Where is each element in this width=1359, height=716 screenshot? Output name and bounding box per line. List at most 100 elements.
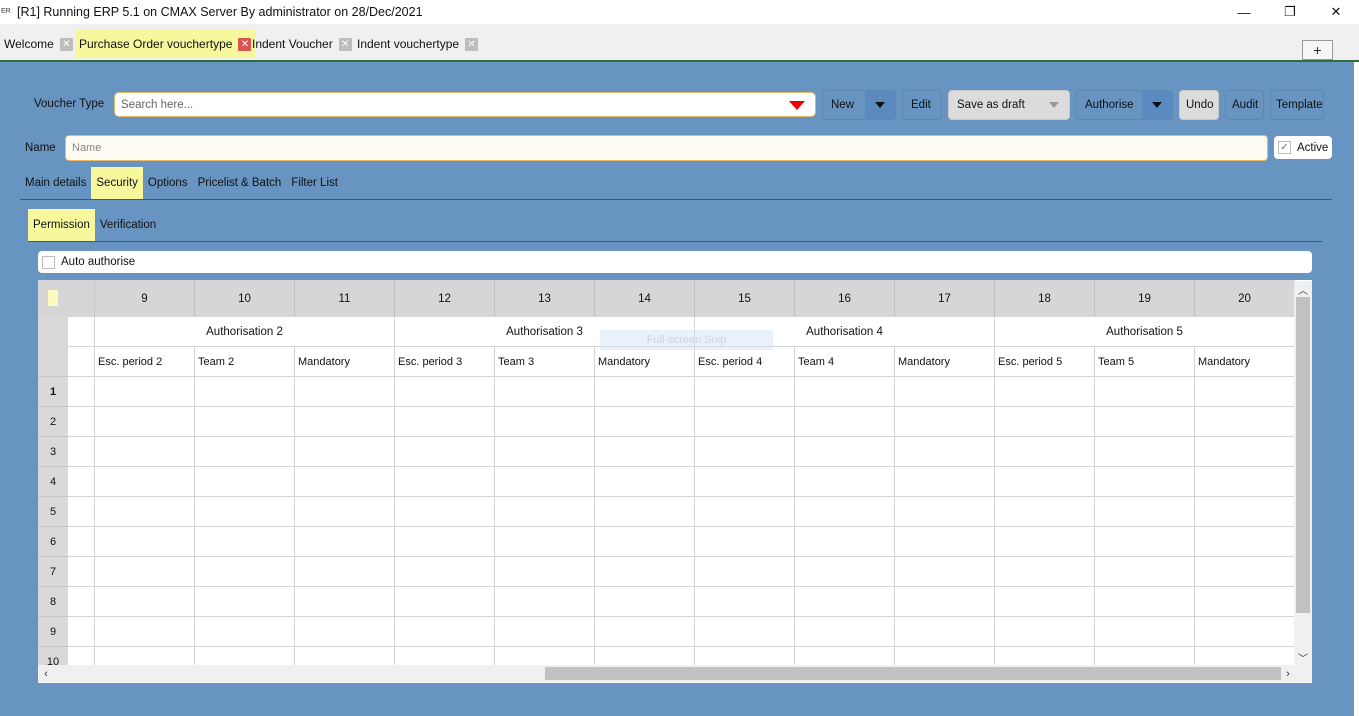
- grid-cell[interactable]: [995, 377, 1095, 407]
- grid-cell[interactable]: [295, 587, 395, 617]
- tab-main-details[interactable]: Main details: [20, 167, 91, 199]
- grid-cell[interactable]: [1195, 407, 1295, 437]
- row-indicator-cell[interactable]: [68, 467, 95, 497]
- tab-welcome[interactable]: Welcome ✕: [0, 30, 77, 58]
- chevron-right-icon[interactable]: ›: [1280, 665, 1296, 682]
- grid-cell[interactable]: [595, 617, 695, 647]
- tab-verification[interactable]: Verification: [95, 209, 161, 241]
- tab-filter-list[interactable]: Filter List: [286, 167, 343, 199]
- grid-cell[interactable]: [795, 497, 895, 527]
- column-header[interactable]: 11: [295, 280, 395, 317]
- grid-cell[interactable]: [395, 407, 495, 437]
- scroll-thumb[interactable]: [545, 667, 1281, 680]
- grid-cell[interactable]: [95, 557, 195, 587]
- column-header[interactable]: 14: [595, 280, 695, 317]
- grid-cell[interactable]: [395, 557, 495, 587]
- column-header[interactable]: 19: [1095, 280, 1195, 317]
- grid-cell[interactable]: [695, 467, 795, 497]
- chevron-down-icon[interactable]: [1142, 91, 1172, 119]
- row-indicator-cell[interactable]: [68, 437, 95, 467]
- grid-cell[interactable]: [195, 557, 295, 587]
- grid-cell[interactable]: [895, 587, 995, 617]
- grid-cell[interactable]: [395, 467, 495, 497]
- grid-cell[interactable]: [1095, 587, 1195, 617]
- authorise-button[interactable]: Authorise: [1076, 90, 1173, 120]
- grid-cell[interactable]: [295, 557, 395, 587]
- grid-cell[interactable]: [895, 467, 995, 497]
- grid-cell[interactable]: [795, 467, 895, 497]
- row-header[interactable]: 3: [38, 437, 68, 467]
- grid-cell[interactable]: [895, 407, 995, 437]
- grid-cell[interactable]: [595, 497, 695, 527]
- grid-cell[interactable]: [195, 587, 295, 617]
- grid-cell[interactable]: [495, 437, 595, 467]
- grid-cell[interactable]: [795, 407, 895, 437]
- grid-cell[interactable]: [695, 377, 795, 407]
- undo-button[interactable]: Undo: [1179, 90, 1219, 120]
- chevron-down-icon[interactable]: [865, 91, 895, 119]
- minimize-button[interactable]: —: [1221, 0, 1267, 24]
- row-header[interactable]: 7: [38, 557, 68, 587]
- select-all-cell[interactable]: [48, 290, 58, 306]
- tab-purchase-order-vouchertype[interactable]: Purchase Order vouchertype ✕: [75, 30, 256, 58]
- chevron-up-icon[interactable]: ︿: [1294, 281, 1312, 297]
- grid-cell[interactable]: [495, 527, 595, 557]
- column-header[interactable]: 9: [95, 280, 195, 317]
- grid-cell[interactable]: [1195, 467, 1295, 497]
- grid-cell[interactable]: [95, 467, 195, 497]
- grid-cell[interactable]: [995, 587, 1095, 617]
- grid-cell[interactable]: [295, 497, 395, 527]
- grid-cell[interactable]: [1195, 557, 1295, 587]
- chevron-left-icon[interactable]: ‹: [38, 665, 54, 682]
- edit-button[interactable]: Edit: [902, 90, 942, 120]
- row-indicator-cell[interactable]: [68, 587, 95, 617]
- add-tab-button[interactable]: +: [1302, 40, 1333, 60]
- grid-cell[interactable]: [495, 377, 595, 407]
- column-header[interactable]: 20: [1195, 280, 1295, 317]
- grid-cell[interactable]: [795, 527, 895, 557]
- grid-cell[interactable]: [295, 467, 395, 497]
- voucher-type-search-input[interactable]: Search here...: [114, 92, 816, 117]
- grid-cell[interactable]: [195, 377, 295, 407]
- grid-cell[interactable]: [795, 557, 895, 587]
- tab-indent-vouchertype[interactable]: Indent vouchertype ✕: [353, 30, 482, 58]
- grid-cell[interactable]: [995, 527, 1095, 557]
- close-icon[interactable]: ✕: [338, 37, 352, 51]
- grid-cell[interactable]: [1095, 467, 1195, 497]
- grid-cell[interactable]: [595, 467, 695, 497]
- grid-cell[interactable]: [795, 377, 895, 407]
- vertical-scrollbar[interactable]: ︿ ﹀: [1294, 281, 1312, 665]
- grid-cell[interactable]: [795, 437, 895, 467]
- grid-cell[interactable]: [95, 407, 195, 437]
- active-checkbox[interactable]: ✓ Active: [1274, 136, 1332, 159]
- grid-cell[interactable]: [295, 377, 395, 407]
- restore-button[interactable]: ❐: [1267, 0, 1313, 24]
- row-indicator-cell[interactable]: [68, 527, 95, 557]
- column-header[interactable]: 10: [195, 280, 295, 317]
- grid-cell[interactable]: [895, 497, 995, 527]
- tab-options[interactable]: Options: [143, 167, 193, 199]
- grid-cell[interactable]: [595, 527, 695, 557]
- row-header[interactable]: 5: [38, 497, 68, 527]
- grid-cell[interactable]: [695, 527, 795, 557]
- row-header[interactable]: 1: [38, 377, 68, 407]
- row-indicator-cell[interactable]: [68, 377, 95, 407]
- grid-cell[interactable]: [395, 437, 495, 467]
- template-button[interactable]: Template: [1270, 90, 1324, 120]
- column-header[interactable]: 18: [995, 280, 1095, 317]
- grid-cell[interactable]: [95, 437, 195, 467]
- grid-cell[interactable]: [1195, 377, 1295, 407]
- grid-cell[interactable]: [395, 377, 495, 407]
- tab-indent-voucher[interactable]: Indent Voucher ✕: [248, 30, 356, 58]
- grid-cell[interactable]: [695, 437, 795, 467]
- grid-cell[interactable]: [1095, 527, 1195, 557]
- scroll-thumb[interactable]: [1296, 297, 1310, 613]
- row-indicator-cell[interactable]: [68, 407, 95, 437]
- tab-permission[interactable]: Permission: [28, 209, 95, 241]
- grid-cell[interactable]: [595, 377, 695, 407]
- close-button[interactable]: ✕: [1313, 0, 1359, 24]
- row-indicator-cell[interactable]: [68, 497, 95, 527]
- grid-cell[interactable]: [295, 437, 395, 467]
- grid-cell[interactable]: [95, 617, 195, 647]
- row-indicator-cell[interactable]: [68, 557, 95, 587]
